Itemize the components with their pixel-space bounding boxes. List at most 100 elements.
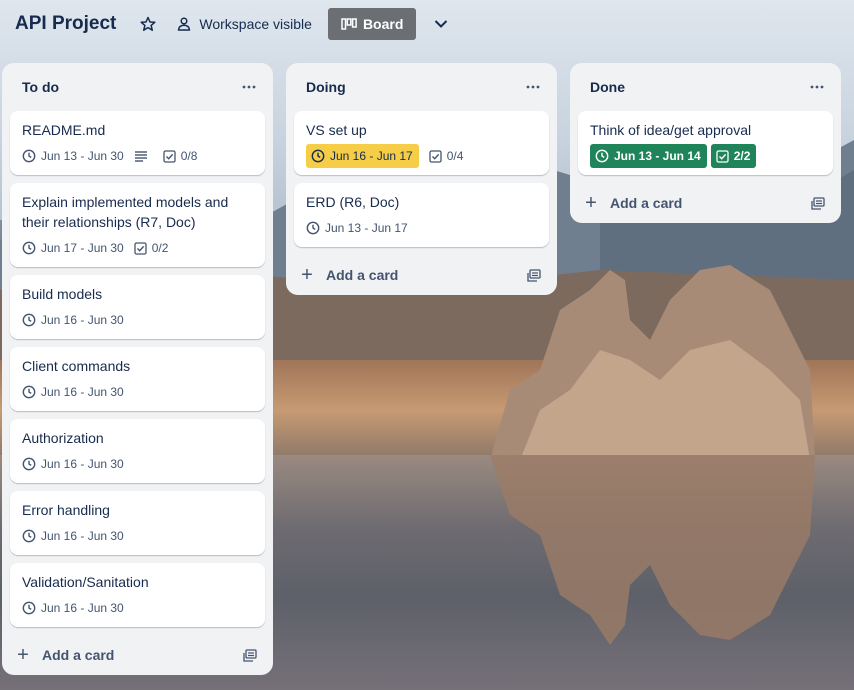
card[interactable]: Explain implemented models and their rel… xyxy=(10,183,265,267)
checklist-count: 0/8 xyxy=(180,149,198,163)
due-date-text: Jun 16 - Jun 30 xyxy=(41,601,124,615)
card-title: Validation/Sanitation xyxy=(22,574,149,590)
view-switcher-button[interactable] xyxy=(428,10,454,38)
clock-icon xyxy=(22,149,36,163)
due-date-badge[interactable]: Jun 13 - Jun 17 xyxy=(306,218,408,238)
board-icon xyxy=(341,18,357,30)
clock-icon xyxy=(22,313,36,327)
checklist-badge: 0/4 xyxy=(429,146,464,166)
due-date-text: Jun 13 - Jun 30 xyxy=(41,149,124,163)
due-date-badge[interactable]: Jun 17 - Jun 30 xyxy=(22,238,124,258)
more-icon xyxy=(526,85,540,89)
due-date-badge[interactable]: Jun 16 - Jun 30 xyxy=(22,598,124,618)
plus-icon: + xyxy=(17,643,29,666)
card-list: README.md Jun 13 - Jun 30 0/8 Explain imp… xyxy=(2,111,273,627)
card-badges: Jun 16 - Jun 30 xyxy=(22,454,253,474)
card[interactable]: Error handling Jun 16 - Jun 30 xyxy=(10,491,265,555)
add-card-button[interactable]: + Add a card xyxy=(580,192,682,215)
checklist-badge: 0/2 xyxy=(134,238,169,258)
card[interactable]: Think of idea/get approval Jun 13 - Jun … xyxy=(578,111,833,175)
due-date-text: Jun 16 - Jun 30 xyxy=(41,313,124,327)
board-header: API Project Workspace visible Board xyxy=(0,0,854,48)
clock-icon xyxy=(595,149,609,163)
clock-icon xyxy=(22,601,36,615)
due-date-badge[interactable]: Jun 16 - Jun 30 xyxy=(22,526,124,546)
card-title: README.md xyxy=(22,122,106,138)
template-icon xyxy=(527,268,541,282)
add-card-label: Add a card xyxy=(610,195,683,211)
template-icon xyxy=(243,648,257,662)
due-date-text: Jun 16 - Jun 30 xyxy=(41,457,124,471)
board-view-button[interactable]: Board xyxy=(327,8,417,40)
more-icon xyxy=(242,85,256,89)
card-badges: Jun 16 - Jun 17 0/4 xyxy=(306,144,537,168)
card-title: Explain implemented models and their rel… xyxy=(22,194,229,230)
card-title: Client commands xyxy=(22,358,131,374)
card-title: ERD (R6, Doc) xyxy=(306,194,400,210)
card-badges: Jun 16 - Jun 30 xyxy=(22,310,253,330)
card[interactable]: VS set up Jun 16 - Jun 17 0/4 xyxy=(294,111,549,175)
add-card-row: + Add a card xyxy=(570,183,841,223)
due-date-badge[interactable]: Jun 16 - Jun 30 xyxy=(22,454,124,474)
list-to-do: To do README.md Jun 13 - Jun 30 0/8 Expla… xyxy=(2,63,273,675)
checklist-badge: 2/2 xyxy=(710,144,757,168)
list-title[interactable]: Doing xyxy=(306,79,346,95)
board-title[interactable]: API Project xyxy=(15,13,116,35)
list-title[interactable]: Done xyxy=(590,79,625,95)
card[interactable]: ERD (R6, Doc) Jun 13 - Jun 17 xyxy=(294,183,549,247)
card[interactable]: Build models Jun 16 - Jun 30 xyxy=(10,275,265,339)
card[interactable]: Authorization Jun 16 - Jun 30 xyxy=(10,419,265,483)
checklist-icon xyxy=(716,149,729,163)
list-header: To do xyxy=(2,63,273,111)
add-card-label: Add a card xyxy=(42,647,115,663)
card-badges: Jun 13 - Jun 14 2/2 xyxy=(590,144,821,168)
card-list: VS set up Jun 16 - Jun 17 0/4 ERD (R6, Do… xyxy=(286,111,557,247)
due-date-badge[interactable]: Jun 16 - Jun 30 xyxy=(22,382,124,402)
card-badges: Jun 16 - Jun 30 xyxy=(22,598,253,618)
card-badges: Jun 13 - Jun 17 xyxy=(306,218,537,238)
card-list: Think of idea/get approval Jun 13 - Jun … xyxy=(570,111,841,175)
due-date-text: Jun 16 - Jun 30 xyxy=(41,529,124,543)
add-card-button[interactable]: + Add a card xyxy=(12,644,114,667)
list-title[interactable]: To do xyxy=(22,79,59,95)
list-menu-button[interactable] xyxy=(803,73,831,101)
star-button[interactable] xyxy=(136,10,160,38)
due-date-badge[interactable]: Jun 16 - Jun 30 xyxy=(22,310,124,330)
due-date-text: Jun 13 - Jun 14 xyxy=(614,149,701,163)
checklist-count: 0/2 xyxy=(151,241,169,255)
create-from-template-button[interactable] xyxy=(525,266,543,284)
description-icon xyxy=(134,151,147,162)
due-date-text: Jun 16 - Jun 17 xyxy=(330,149,413,163)
checklist-badge: 0/8 xyxy=(163,146,198,166)
create-from-template-button[interactable] xyxy=(809,194,827,212)
description-badge xyxy=(134,146,153,166)
card[interactable]: Client commands Jun 16 - Jun 30 xyxy=(10,347,265,411)
create-from-template-button[interactable] xyxy=(241,646,259,664)
plus-icon: + xyxy=(585,191,597,214)
checklist-count: 2/2 xyxy=(733,149,751,163)
due-date-badge[interactable]: Jun 16 - Jun 17 xyxy=(306,144,419,168)
card-title: Error handling xyxy=(22,502,110,518)
list-header: Done xyxy=(570,63,841,111)
checklist-icon xyxy=(429,149,442,163)
visibility-button[interactable]: Workspace visible xyxy=(176,16,312,32)
list-header: Doing xyxy=(286,63,557,111)
checklist-icon xyxy=(134,241,147,255)
card[interactable]: Validation/Sanitation Jun 16 - Jun 30 xyxy=(10,563,265,627)
card-badges: Jun 16 - Jun 30 xyxy=(22,382,253,402)
visibility-label: Workspace visible xyxy=(199,16,312,32)
due-date-badge[interactable]: Jun 13 - Jun 30 xyxy=(22,146,124,166)
list-menu-button[interactable] xyxy=(519,73,547,101)
card[interactable]: README.md Jun 13 - Jun 30 0/8 xyxy=(10,111,265,175)
list-menu-button[interactable] xyxy=(235,73,263,101)
clock-icon xyxy=(22,241,36,255)
list-done: Done Think of idea/get approval Jun 13 -… xyxy=(570,63,841,223)
due-date-text: Jun 16 - Jun 30 xyxy=(41,385,124,399)
checklist-icon xyxy=(163,149,176,163)
checklist-count: 0/4 xyxy=(446,149,464,163)
add-card-button[interactable]: + Add a card xyxy=(296,264,398,287)
template-icon xyxy=(811,196,825,210)
due-date-text: Jun 13 - Jun 17 xyxy=(325,221,408,235)
due-date-badge[interactable]: Jun 13 - Jun 14 xyxy=(590,144,707,168)
plus-icon: + xyxy=(301,263,313,286)
